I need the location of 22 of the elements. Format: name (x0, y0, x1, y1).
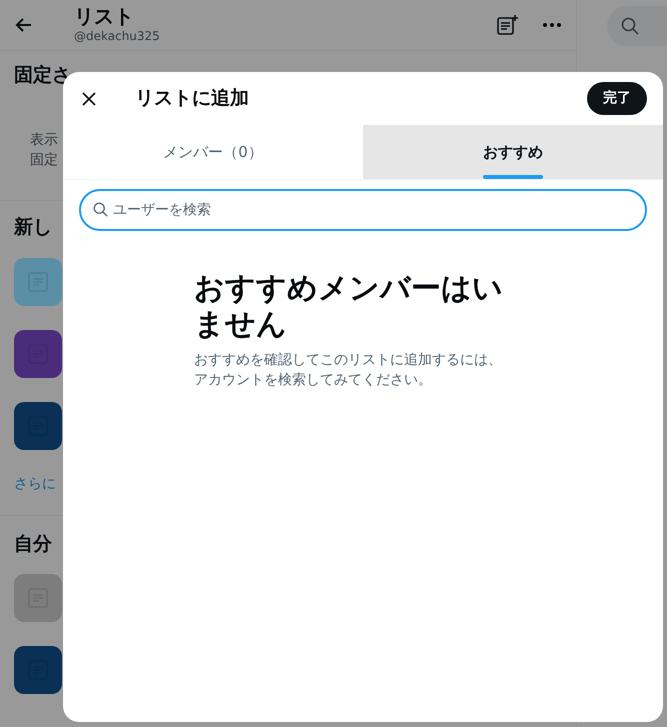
page-title: リスト (74, 5, 135, 27)
search-icon (93, 202, 108, 217)
done-button[interactable]: 完了 (587, 82, 647, 115)
section-heading: 自分 (14, 532, 53, 557)
description-text: 固定 (30, 150, 58, 170)
list-icon[interactable] (14, 330, 62, 378)
list-icon[interactable] (14, 402, 62, 450)
empty-state-title: おすすめメンバーはいません (194, 271, 504, 343)
section-heading: 固定さ (14, 63, 72, 88)
user-handle: @dekachu325 (74, 28, 161, 45)
tab[interactable]: おすすめ (363, 125, 663, 179)
search-icon (621, 17, 639, 35)
dialog-title: リストに追加 (135, 86, 250, 112)
new-list-icon[interactable] (496, 14, 518, 36)
list-icon[interactable] (14, 646, 62, 694)
empty-state-text: おすすめを確認してこのリストに追加するには、アカウントを検索してみてください。 (194, 351, 503, 390)
sidebar-search-field[interactable] (607, 6, 667, 46)
description-text: 表示 (30, 130, 58, 150)
more-icon[interactable] (542, 22, 562, 28)
section-heading: 新し (14, 215, 53, 240)
close-icon[interactable] (81, 90, 97, 106)
search-field[interactable]: ユーザーを検索 (79, 189, 647, 231)
